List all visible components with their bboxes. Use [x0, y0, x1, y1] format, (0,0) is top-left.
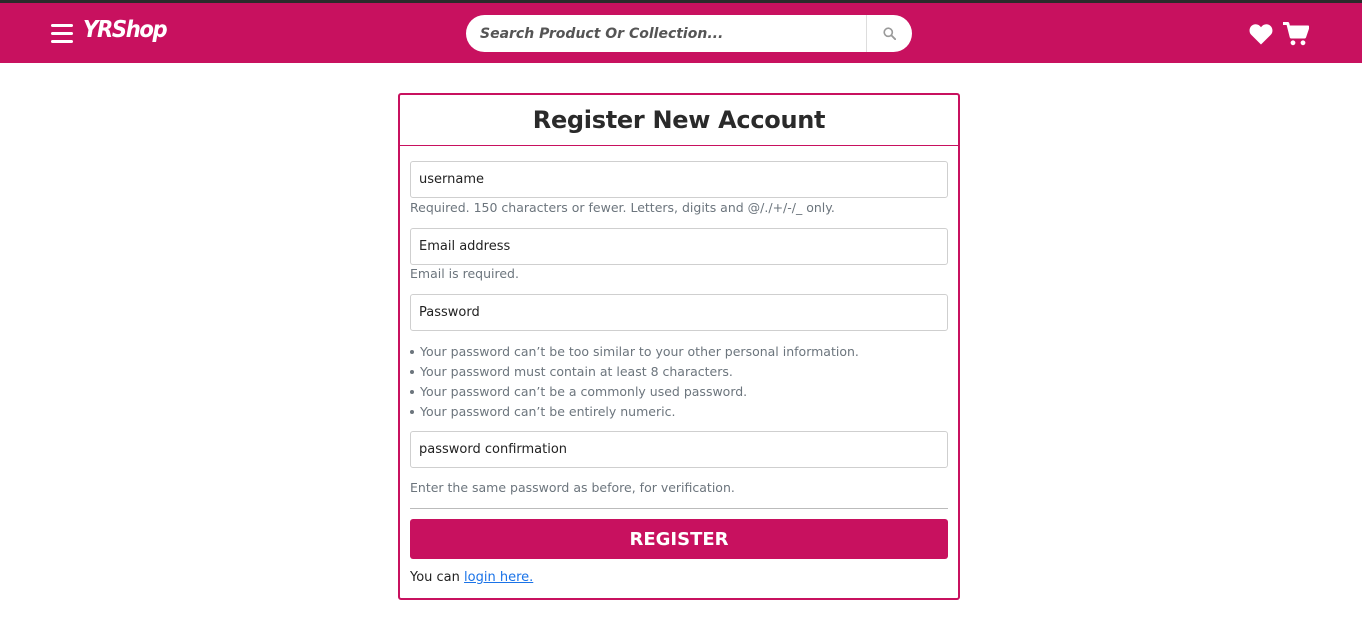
search-input[interactable]	[466, 15, 866, 52]
password-rule: Your password must contain at least 8 ch…	[410, 362, 859, 382]
password-rules: Your password can’t be too similar to yo…	[410, 342, 859, 422]
search-button[interactable]	[866, 15, 912, 52]
card-header: Register New Account	[400, 95, 958, 146]
divider	[410, 508, 948, 509]
search-icon	[883, 27, 896, 40]
password-rule: Your password can’t be a commonly used p…	[410, 382, 859, 402]
email-help: Email is required.	[410, 266, 519, 281]
hamburger-icon[interactable]	[51, 24, 73, 44]
register-button[interactable]: REGISTER	[410, 519, 948, 559]
register-card: Register New Account Required. 150 chara…	[398, 93, 960, 600]
password-rule: Your password can’t be too similar to yo…	[410, 342, 859, 362]
login-link[interactable]: login here.	[464, 570, 533, 585]
username-field[interactable]	[410, 161, 948, 198]
search-bar	[466, 15, 912, 52]
password-confirmation-field[interactable]	[410, 431, 948, 468]
password-rule: Your password can’t be entirely numeric.	[410, 402, 859, 422]
confirm-help: Enter the same password as before, for v…	[410, 480, 735, 495]
brand-logo[interactable]: YRShop	[83, 17, 168, 43]
cart-icon[interactable]	[1283, 21, 1309, 47]
email-field[interactable]	[410, 228, 948, 265]
navbar: YRShop	[0, 3, 1362, 63]
username-help: Required. 150 characters or fewer. Lette…	[410, 200, 835, 215]
heart-icon[interactable]	[1249, 23, 1273, 45]
password-field[interactable]	[410, 294, 948, 331]
login-prompt: You can login here.	[410, 570, 533, 585]
login-prefix: You can	[410, 570, 460, 585]
page-title: Register New Account	[532, 106, 826, 134]
